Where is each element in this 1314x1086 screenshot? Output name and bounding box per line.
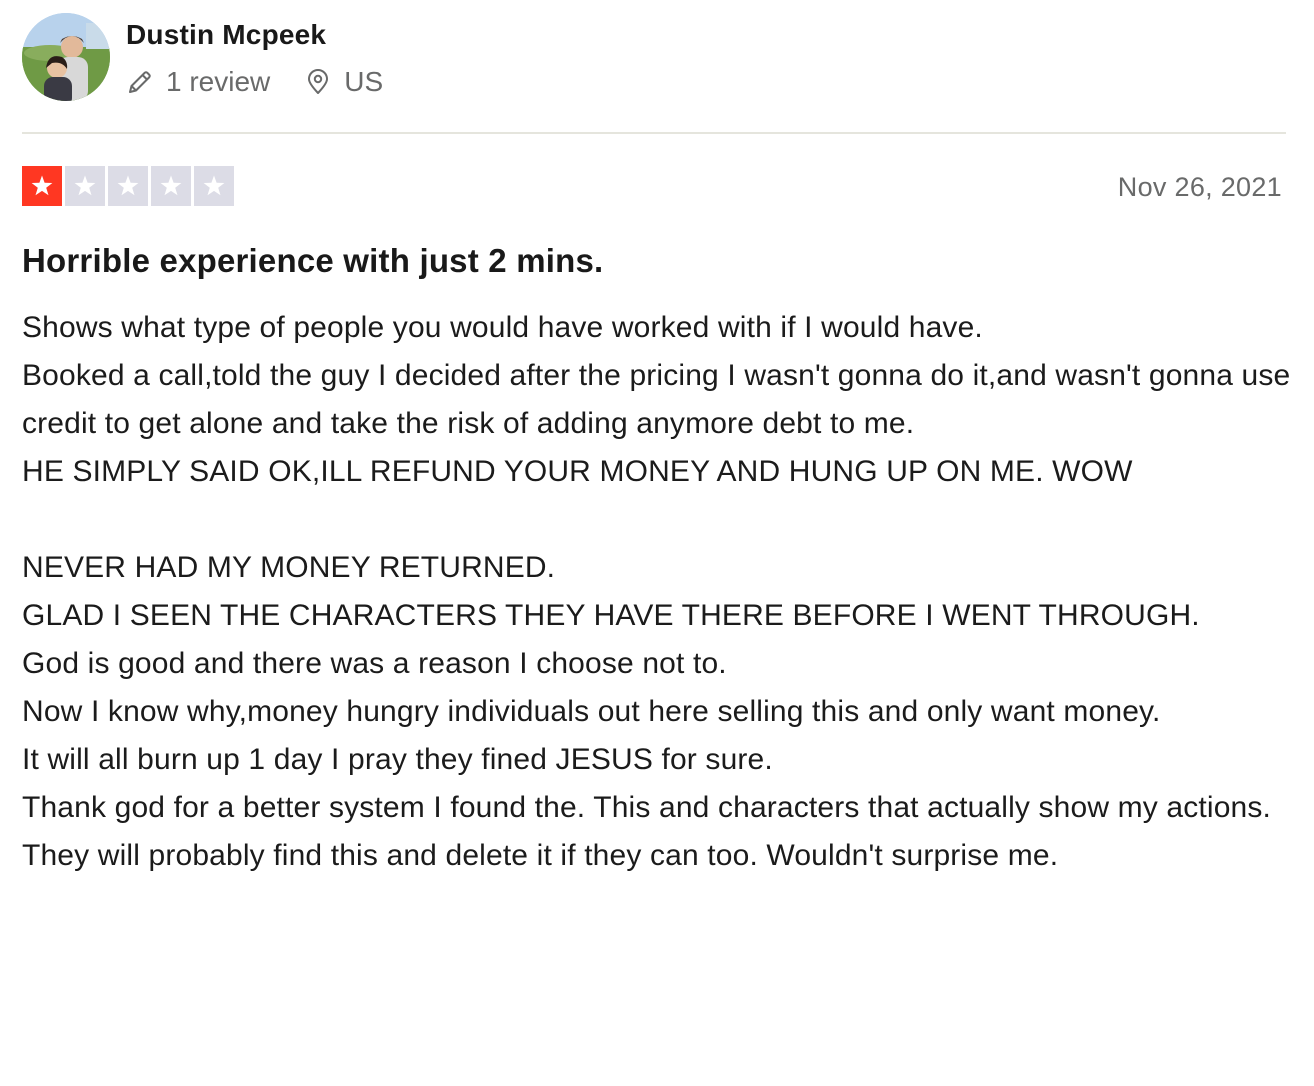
review-body-line <box>22 496 1292 544</box>
review-count: 1 review <box>126 66 270 98</box>
star-icon <box>117 175 139 196</box>
star-icon <box>74 175 96 196</box>
review-body-line: Booked a call,told the guy I decided aft… <box>22 359 1291 440</box>
reviewer-location: US <box>304 66 383 98</box>
review-body-line: God is good and there was a reason I cho… <box>22 647 727 680</box>
star-rating <box>22 166 237 206</box>
star-icon <box>160 175 182 196</box>
divider <box>22 132 1286 134</box>
star-empty <box>151 166 191 206</box>
star-empty <box>194 166 234 206</box>
review-body-line: GLAD I SEEN THE CHARACTERS THEY HAVE THE… <box>22 599 1200 632</box>
reviewer-header: Dustin Mcpeek 1 review US <box>22 13 1292 103</box>
review-body-line: Thank god for a better system I found th… <box>22 791 1272 824</box>
star-empty <box>65 166 105 206</box>
reviewer-meta: 1 review US <box>126 65 383 99</box>
review-body-line: They will probably find this and delete … <box>22 839 1059 872</box>
country-text: US <box>344 66 384 97</box>
review-title[interactable]: Horrible experience with just 2 mins. <box>22 242 603 280</box>
pencil-icon <box>126 68 154 96</box>
review-body-line: Now I know why,money hungry individuals … <box>22 695 1161 728</box>
review-date: Nov 26, 2021 <box>1117 172 1282 202</box>
review-body: Shows what type of people you would have… <box>22 304 1292 880</box>
avatar-photo <box>22 13 110 101</box>
review-body-line: HE SIMPLY SAID OK,ILL REFUND YOUR MONEY … <box>22 455 1133 488</box>
review-count-text: 1 review <box>166 66 271 97</box>
reviewer-name[interactable]: Dustin Mcpeek <box>126 19 326 51</box>
avatar[interactable] <box>22 13 110 101</box>
review-body-line: NEVER HAD MY MONEY RETURNED. <box>22 551 556 584</box>
review-body-line: Shows what type of people you would have… <box>22 311 983 344</box>
review-body-line: It will all burn up 1 day I pray they fi… <box>22 743 773 776</box>
star-filled <box>22 166 62 206</box>
star-empty <box>108 166 148 206</box>
star-icon <box>203 175 225 196</box>
star-icon <box>31 175 53 196</box>
location-pin-icon <box>304 68 332 96</box>
